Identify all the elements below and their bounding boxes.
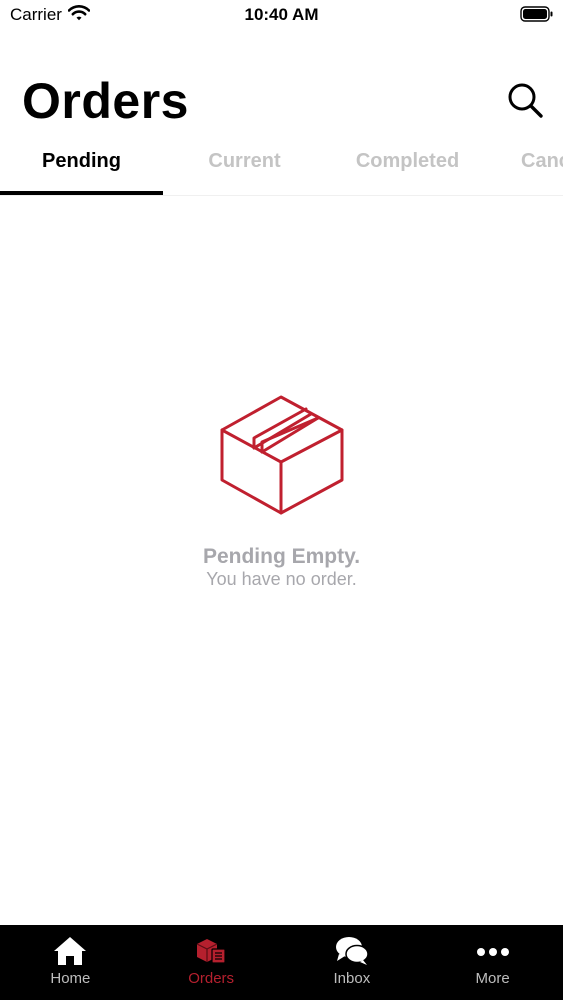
inbox-icon [335, 937, 369, 965]
empty-state-subtitle: You have no order. [206, 569, 357, 589]
status-time: 10:40 AM [244, 5, 319, 24]
tab-bar-label: Home [50, 970, 91, 987]
home-icon [54, 937, 87, 965]
tab-bar-inbox[interactable]: Inbox [282, 925, 423, 1000]
active-tab-indicator [0, 191, 163, 195]
tab-bar-label: Orders [188, 970, 235, 987]
tab-bar-more[interactable]: More [422, 925, 563, 1000]
empty-state-title: Pending Empty. [202, 545, 361, 568]
tab-cancelled[interactable]: Cancelled [489, 150, 563, 173]
bottom-tab-bar: Home Orders Inbox More [0, 925, 563, 1000]
search-button[interactable] [505, 80, 545, 120]
tab-bar-home[interactable]: Home [0, 925, 141, 1000]
page-title: Orders [22, 73, 189, 129]
tab-bar-label: More [475, 970, 510, 987]
orders-screen: Carrier 10:40 AM Orders Pending Current [0, 0, 563, 1000]
status-bar: Carrier 10:40 AM [0, 0, 563, 30]
orders-icon [196, 939, 226, 964]
box-icon [214, 390, 348, 520]
search-icon [508, 83, 543, 118]
battery-icon [520, 6, 554, 27]
tab-completed[interactable]: Completed [326, 150, 489, 173]
tab-bar-label: Inbox [333, 970, 371, 987]
order-status-tabs: Pending Current Completed Cancelled [0, 140, 563, 196]
tab-pending[interactable]: Pending [0, 150, 163, 173]
tab-bar-orders[interactable]: Orders [141, 925, 282, 1000]
tab-current[interactable]: Current [163, 150, 326, 173]
more-icon [476, 948, 509, 956]
